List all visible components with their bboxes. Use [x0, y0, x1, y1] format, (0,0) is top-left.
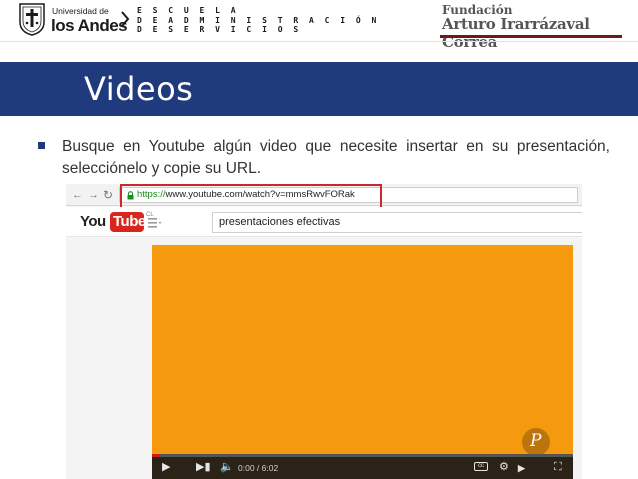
- school-line-3: D E S E R V I C I O S: [137, 25, 302, 34]
- search-query: presentaciones efectivas: [219, 216, 341, 228]
- watermark-letter: P: [530, 431, 542, 451]
- fullscreen-icon[interactable]: ⛶: [554, 461, 562, 474]
- university-name: los Andes: [51, 16, 128, 35]
- player-controls: ▶ ▶▮ 🔈 0:00 / 6:02 cc ⚙ ▶ ⛶: [152, 454, 573, 479]
- youtube-logo-you: You: [80, 213, 106, 230]
- back-arrow-icon[interactable]: ←: [72, 189, 83, 201]
- school-line-1: E S C U E L A: [137, 6, 239, 15]
- channel-watermark[interactable]: P: [522, 428, 550, 456]
- university-seal-icon: [19, 3, 45, 36]
- video-player[interactable]: P: [152, 245, 573, 479]
- progress-bar[interactable]: [152, 454, 573, 457]
- youtube-logo-tube: Tube: [110, 212, 146, 232]
- university-name-small: Universidad de: [52, 6, 109, 16]
- forward-arrow-icon[interactable]: →: [88, 189, 99, 201]
- school-name: E S C U E L A D E A D M I N I S T R A C …: [137, 6, 379, 35]
- header-divider: [0, 41, 638, 42]
- youtube-header: You Tube CL presentaciones efectivas: [66, 207, 582, 237]
- youtube-search-input[interactable]: presentaciones efectivas: [212, 212, 582, 233]
- video-area: P ▶ ▶▮ 🔈 0:00 / 6:02 cc ⚙ ▶ ⛶: [66, 238, 582, 479]
- bullet-text: Busque en Youtube algún video que necesi…: [62, 138, 610, 177]
- youtube-logo-tube-text: Tube: [113, 213, 146, 230]
- slide-title: Videos: [84, 70, 194, 108]
- school-line-2: D E A D M I N I S T R A C I Ó N: [137, 15, 380, 25]
- settings-gear-icon[interactable]: ⚙: [499, 461, 509, 474]
- foundation-underline: [440, 35, 622, 38]
- reload-icon[interactable]: ↻: [103, 188, 113, 202]
- slide-header: Universidad de los Andes E S C U E L A D…: [0, 0, 638, 51]
- url-highlight-box: [120, 184, 382, 209]
- play-icon[interactable]: ▶: [162, 461, 170, 474]
- chevron-right-icon: [121, 11, 130, 27]
- progress-fill: [152, 454, 161, 457]
- browser-screenshot: ← → ↻ https://www.youtube.com/watch?v=mm…: [66, 184, 582, 479]
- foundation-name: Arturo Irarrázaval Correa: [442, 15, 590, 51]
- bullet-square-icon: [38, 142, 45, 149]
- time-display: 0:00 / 6:02: [238, 463, 279, 473]
- captions-icon[interactable]: cc: [474, 462, 488, 471]
- youtube-button-icon[interactable]: ▶: [518, 462, 525, 475]
- volume-icon[interactable]: 🔈: [220, 461, 234, 474]
- guide-menu-icon[interactable]: [148, 218, 162, 228]
- next-icon[interactable]: ▶▮: [196, 461, 211, 474]
- title-band: Videos: [0, 62, 638, 116]
